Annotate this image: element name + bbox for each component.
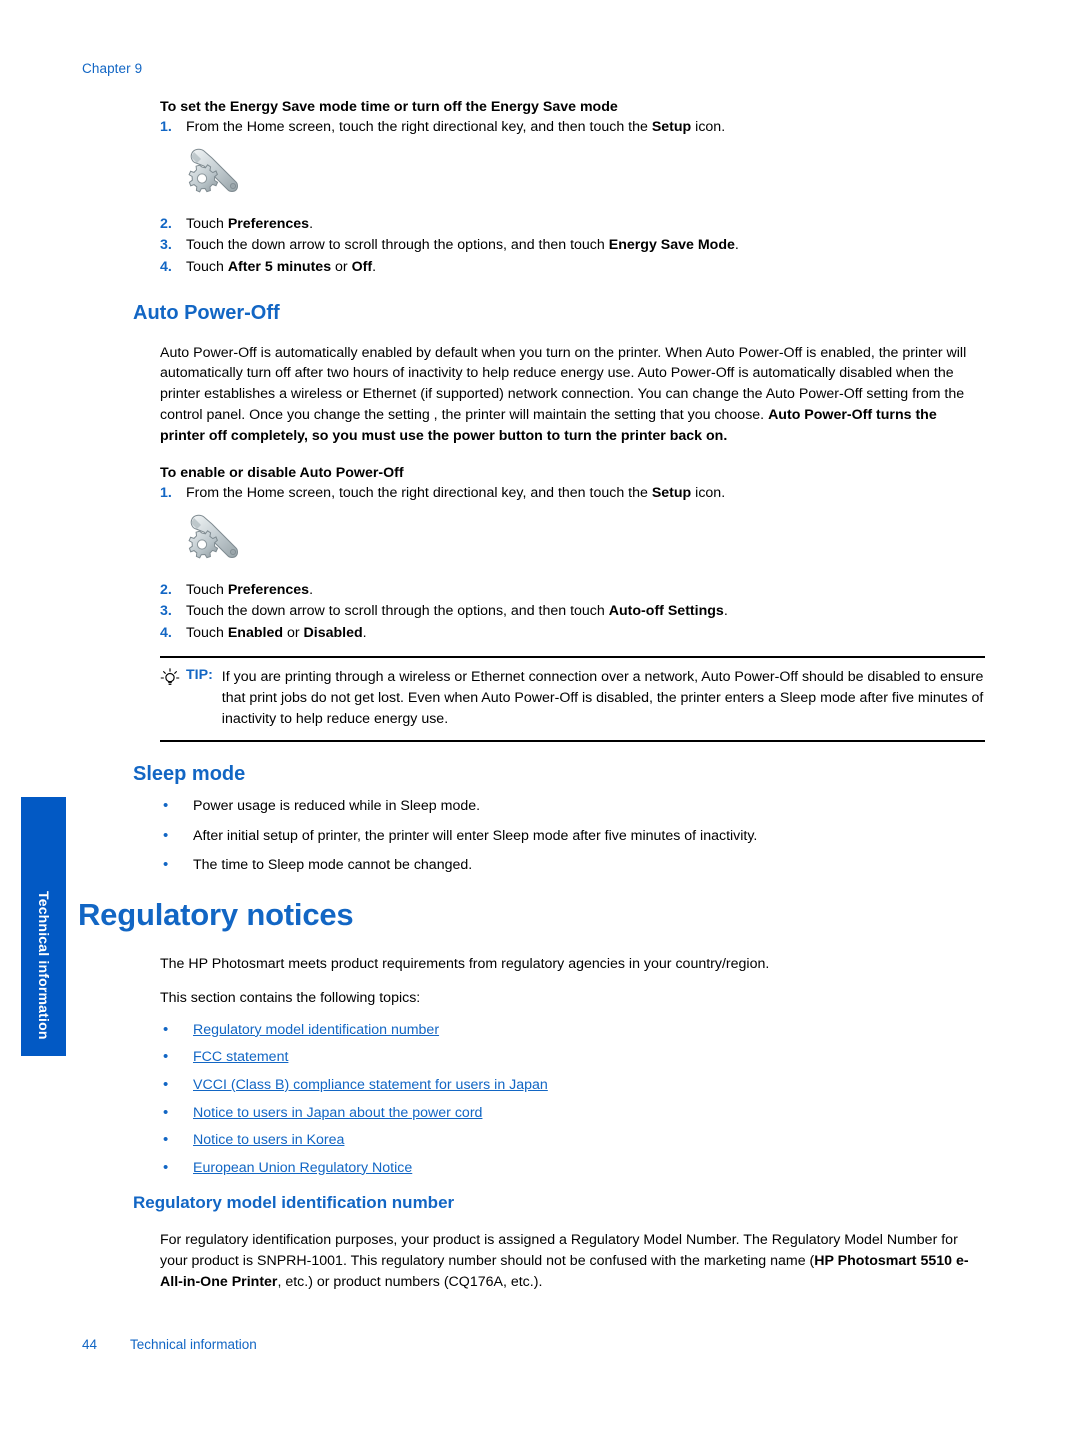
chapter-label: Chapter 9 — [82, 61, 143, 76]
step-text: Touch Preferences. — [186, 581, 314, 598]
topic-link-regulatory-model[interactable]: Regulatory model identification number — [193, 1022, 439, 1038]
step-number: 3. — [160, 603, 172, 620]
bullet-text: The time to Sleep mode cannot be changed… — [193, 857, 473, 874]
bullet-text: Power usage is reduced while in Sleep mo… — [193, 798, 481, 815]
list-item: 3. Touch the down arrow to scroll throug… — [160, 601, 985, 622]
topic-link-fcc-statement[interactable]: FCC statement — [193, 1049, 288, 1065]
step-number: 2. — [160, 215, 172, 232]
list-item: 2. Touch Preferences. — [160, 580, 985, 601]
list-item: • Regulatory model identification number — [160, 1020, 985, 1041]
auto-power-off-steps: 1. From the Home screen, touch the right… — [160, 483, 985, 504]
step-number: 1. — [160, 485, 172, 502]
step-text: Touch After 5 minutes or Off. — [186, 258, 377, 275]
auto-power-off-body: Auto Power-Off is automatically enabled … — [160, 344, 967, 445]
list-item: • VCCI (Class B) compliance statement fo… — [160, 1075, 985, 1096]
step-number: 4. — [160, 258, 172, 275]
list-item: • Notice to users in Korea — [160, 1130, 985, 1151]
step-text: Touch Preferences. — [186, 215, 314, 232]
content-column: To set the Energy Save mode time or turn… — [78, 0, 985, 1292]
list-item: • After initial setup of printer, the pr… — [160, 826, 985, 847]
bullet-icon: • — [163, 797, 169, 815]
list-item: 4. Touch Enabled or Disabled. — [160, 623, 985, 644]
step-text: From the Home screen, touch the right di… — [186, 485, 726, 502]
bullet-icon: • — [163, 1075, 169, 1093]
tip-text: If you are printing through a wireless o… — [221, 669, 984, 728]
step-number: 1. — [160, 119, 172, 136]
bullet-icon: • — [163, 856, 169, 874]
topic-link-eu-regulatory[interactable]: European Union Regulatory Notice — [193, 1160, 412, 1176]
bullet-icon: • — [163, 1020, 169, 1038]
auto-power-off-procedure-title: To enable or disable Auto Power-Off — [160, 464, 404, 481]
regulatory-notices-intro: The HP Photosmart meets product requirem… — [160, 955, 770, 972]
list-item: • European Union Regulatory Notice — [160, 1158, 985, 1179]
topic-link-korea[interactable]: Notice to users in Korea — [193, 1132, 344, 1148]
regulatory-model-heading: Regulatory model identification number — [133, 1193, 455, 1213]
energy-save-steps: 1. From the Home screen, touch the right… — [160, 117, 985, 138]
topic-link-vcci-japan[interactable]: VCCI (Class B) compliance statement for … — [193, 1077, 548, 1093]
setup-wrench-gear-icon — [188, 148, 238, 193]
step-text: Touch Enabled or Disabled. — [186, 624, 367, 641]
list-item: 3. Touch the down arrow to scroll throug… — [160, 235, 985, 256]
auto-power-off-steps-rest: 2. Touch Preferences. 3. Touch the down … — [160, 580, 985, 644]
tip-label: TIP: — [186, 667, 213, 684]
step-text: Touch the down arrow to scroll through t… — [186, 237, 739, 254]
list-item: 1. From the Home screen, touch the right… — [160, 483, 985, 504]
auto-power-off-heading: Auto Power-Off — [133, 301, 280, 324]
bullet-icon: • — [163, 1103, 169, 1121]
list-item: • Power usage is reduced while in Sleep … — [160, 796, 985, 817]
regulatory-model-body: For regulatory identification purposes, … — [160, 1231, 969, 1290]
step-number: 4. — [160, 624, 172, 641]
list-item: 4. Touch After 5 minutes or Off. — [160, 257, 985, 278]
regulatory-topics-list: • Regulatory model identification number… — [160, 1020, 985, 1179]
energy-save-procedure-title: To set the Energy Save mode time or turn… — [160, 99, 618, 115]
list-item: 2. Touch Preferences. — [160, 214, 985, 235]
tip-box: TIP: If you are printing through a wirel… — [160, 656, 985, 743]
list-item: • The time to Sleep mode cannot be chang… — [160, 855, 985, 876]
step-number: 3. — [160, 237, 172, 254]
lightbulb-tip-icon — [160, 668, 180, 686]
page-footer: 44 Technical information — [82, 1337, 257, 1352]
energy-save-steps-rest: 2. Touch Preferences. 3. Touch the down … — [160, 214, 985, 278]
sleep-mode-heading: Sleep mode — [133, 763, 246, 786]
setup-wrench-gear-icon — [188, 514, 238, 559]
list-item: • Notice to users in Japan about the pow… — [160, 1103, 985, 1124]
side-tab-label: Technical information — [36, 891, 52, 1040]
step-number: 2. — [160, 581, 172, 598]
regulatory-notices-heading: Regulatory notices — [78, 896, 354, 932]
bullet-icon: • — [163, 1131, 169, 1149]
step-text: From the Home screen, touch the right di… — [186, 119, 726, 136]
bullet-icon: • — [163, 1158, 169, 1176]
footer-section-label: Technical information — [130, 1337, 257, 1352]
footer-page-number: 44 — [82, 1337, 98, 1352]
bullet-text: After initial setup of printer, the prin… — [193, 827, 758, 844]
list-item: 1. From the Home screen, touch the right… — [160, 117, 985, 138]
sleep-mode-bullets: • Power usage is reduced while in Sleep … — [160, 796, 985, 876]
regulatory-notices-topics-intro: This section contains the following topi… — [160, 989, 421, 1006]
list-item: • FCC statement — [160, 1047, 985, 1068]
bullet-icon: • — [163, 1048, 169, 1066]
step-text: Touch the down arrow to scroll through t… — [186, 603, 728, 620]
side-tab: Technical information — [21, 797, 66, 1056]
topic-link-japan-power-cord[interactable]: Notice to users in Japan about the power… — [193, 1105, 482, 1121]
bullet-icon: • — [163, 826, 169, 844]
document-page: Chapter 9 Technical information To set t… — [0, 0, 1080, 1437]
